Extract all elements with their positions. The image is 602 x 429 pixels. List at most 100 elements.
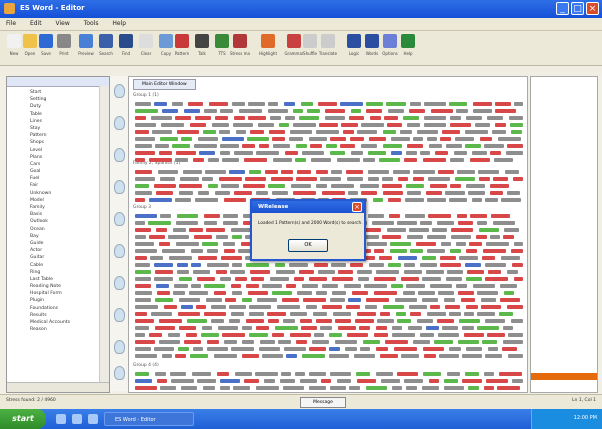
left-panel-item[interactable]: Lines — [10, 118, 96, 125]
toolbar-button-find[interactable]: Find — [116, 34, 136, 62]
lightbulb-icon[interactable] — [114, 276, 125, 290]
left-panel-item[interactable]: Model — [10, 197, 96, 204]
word-highlight — [341, 123, 358, 127]
menu-edit[interactable]: Edit — [30, 20, 42, 27]
toolbar-button-tts[interactable]: TTS — [212, 34, 232, 62]
lightbulb-icon[interactable] — [114, 308, 125, 322]
word-highlight — [135, 379, 152, 383]
tab-main-editor[interactable]: Main Editor Window — [133, 79, 196, 90]
word-highlight — [392, 386, 402, 390]
left-panel-item[interactable]: Reason — [10, 326, 96, 333]
left-panel-item[interactable]: Shops — [10, 139, 96, 146]
left-panel-item[interactable]: Actor — [10, 247, 96, 254]
left-panel-scrollbar[interactable] — [99, 86, 109, 382]
toolbar-button-save[interactable]: Save — [36, 34, 56, 62]
toolbar-button-talk[interactable]: Talk — [192, 34, 212, 62]
word-highlight — [242, 340, 254, 344]
lightbulb-icon[interactable] — [114, 180, 125, 194]
toolbar-button-shuffle[interactable]: Shuffle — [300, 34, 320, 62]
toolbar-button-highlight[interactable]: Highlight — [258, 34, 278, 62]
word-highlight — [475, 123, 490, 127]
left-panel-item[interactable]: Outlook — [10, 218, 96, 225]
menu-view[interactable]: View — [56, 20, 70, 27]
status-message-button[interactable]: Message — [300, 397, 346, 408]
lightbulb-icon[interactable] — [114, 116, 125, 130]
right-panel-orange-bar[interactable] — [531, 373, 597, 380]
toolbar-button-preview[interactable]: Preview — [76, 34, 96, 62]
quicklaunch-desktop-icon[interactable] — [72, 414, 82, 424]
left-panel-item[interactable]: Stay — [10, 125, 96, 132]
left-panel-item[interactable]: Fuel — [10, 175, 96, 182]
word-highlight — [162, 109, 178, 113]
toolbar-button-print[interactable]: Print — [54, 34, 74, 62]
left-panel-item[interactable]: Start — [10, 89, 96, 96]
toolbar-button-label: Preview — [78, 51, 94, 56]
start-button[interactable]: start — [0, 409, 46, 429]
left-panel-item[interactable]: Pattern — [10, 132, 96, 139]
left-panel-item[interactable]: Plans — [10, 154, 96, 161]
toolbar-button-options[interactable]: Options — [380, 34, 400, 62]
left-panel-item[interactable]: Guitar — [10, 254, 96, 261]
word-highlight — [413, 177, 424, 181]
taskbar-task-button[interactable]: ES Word - Editor — [104, 412, 194, 426]
left-panel-item[interactable]: Medical Accounts — [10, 319, 96, 326]
word-highlight — [501, 198, 521, 202]
lightbulb-icon[interactable] — [114, 212, 125, 226]
menu-help[interactable]: Help — [112, 20, 126, 27]
word-highlight — [197, 277, 215, 281]
toolbar-button-help[interactable]: Help — [398, 34, 418, 62]
word-highlight — [135, 277, 151, 281]
toolbar-button-stress-mark[interactable]: Stress mark — [230, 34, 250, 62]
word-highlight — [466, 305, 478, 309]
left-panel-item[interactable]: Table — [10, 111, 96, 118]
word-highlight — [343, 130, 354, 134]
lightbulb-icon[interactable] — [114, 340, 125, 354]
word-highlight — [176, 221, 198, 225]
left-panel-item[interactable]: Basis — [10, 211, 96, 218]
word-highlight — [280, 379, 295, 383]
left-panel-item[interactable]: Fair — [10, 182, 96, 189]
toolbar-button-words[interactable]: Words — [362, 34, 382, 62]
word-highlight — [465, 144, 481, 148]
ok-button[interactable]: OK — [288, 239, 328, 252]
quicklaunch-media-icon[interactable] — [88, 414, 98, 424]
lightbulb-icon[interactable] — [114, 148, 125, 162]
word-highlight — [499, 372, 522, 376]
left-panel-item[interactable]: Family — [10, 204, 96, 211]
lightbulb-icon[interactable] — [114, 366, 125, 380]
toolbar-button-clear[interactable]: Clear — [136, 34, 156, 62]
left-panel-item[interactable]: Guide — [10, 240, 96, 247]
close-window-button[interactable]: × — [586, 2, 599, 15]
left-panel-item[interactable]: Reading Note — [10, 283, 96, 290]
word-highlight — [247, 137, 269, 141]
lightbulb-icon[interactable] — [114, 244, 125, 258]
left-panel-item[interactable]: Foundations — [10, 305, 96, 312]
dialog-close-button[interactable]: × — [352, 202, 362, 212]
lightbulb-icon[interactable] — [114, 84, 125, 98]
left-panel-item[interactable]: Hospital Form — [10, 290, 96, 297]
quicklaunch-browser-icon[interactable] — [56, 414, 66, 424]
left-panel-item[interactable]: Ring — [10, 269, 96, 276]
left-panel-item[interactable]: Cars — [10, 161, 96, 168]
left-panel-item[interactable]: Level — [10, 147, 96, 154]
word-highlight — [135, 263, 150, 267]
left-panel-item[interactable]: Results — [10, 312, 96, 319]
minimize-button[interactable]: _ — [556, 2, 569, 15]
menu-file[interactable]: File — [6, 20, 16, 27]
left-panel-item[interactable]: Duty — [10, 103, 96, 110]
left-panel-item[interactable]: Last Table — [10, 276, 96, 283]
word-highlight — [449, 312, 461, 316]
left-panel-item[interactable]: Setting — [10, 96, 96, 103]
maximize-button[interactable]: □ — [571, 2, 584, 15]
left-panel-item[interactable]: Ocean — [10, 226, 96, 233]
left-panel-item[interactable]: Plugin — [10, 297, 96, 304]
left-panel-item[interactable]: Cable — [10, 262, 96, 269]
toolbar-button-translate[interactable]: Translate — [318, 34, 338, 62]
menu-tools[interactable]: Tools — [84, 20, 99, 27]
toolbar-button-search[interactable]: Search — [96, 34, 116, 62]
left-panel-item[interactable]: Goal — [10, 168, 96, 175]
left-panel-item[interactable]: Bay — [10, 233, 96, 240]
left-panel-item[interactable]: Unknown — [10, 190, 96, 197]
toolbar-button-logic[interactable]: Logic — [344, 34, 364, 62]
toolbar-button-pattern[interactable]: Pattern — [172, 34, 192, 62]
